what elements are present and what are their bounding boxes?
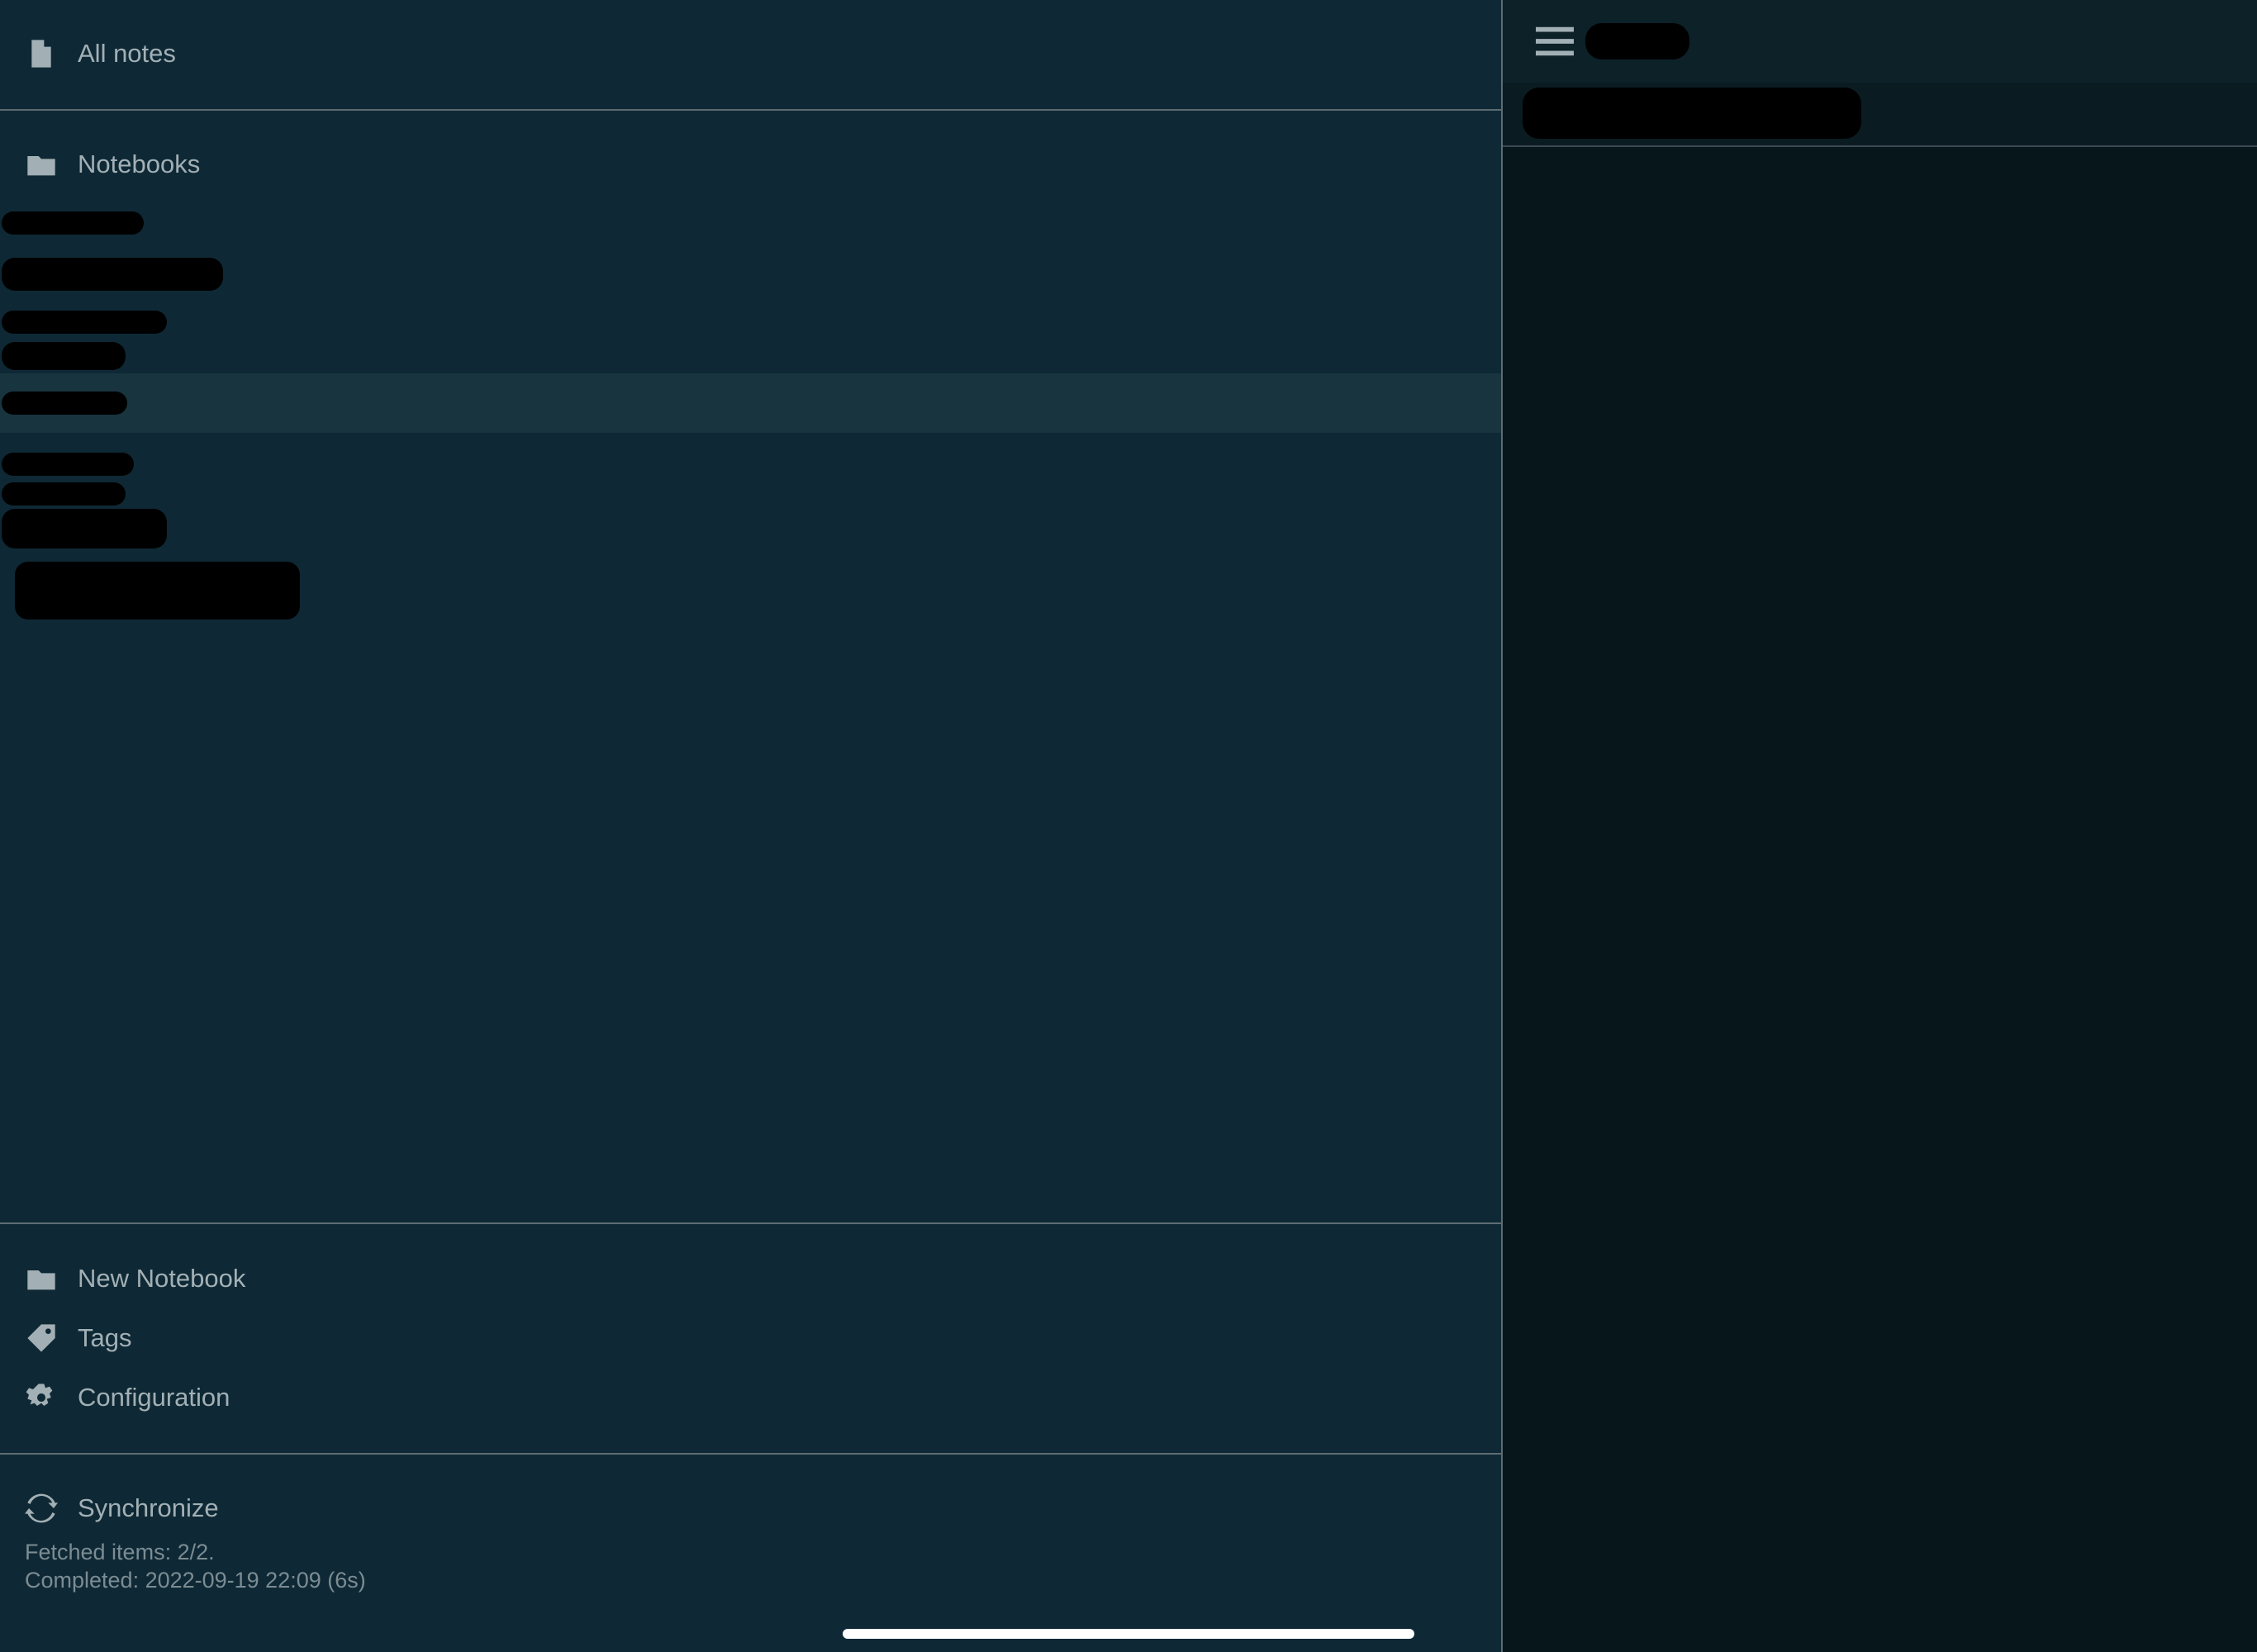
all-notes-label: All notes	[78, 39, 176, 68]
notebook-item[interactable]	[0, 339, 1501, 370]
divider-actions	[0, 1222, 1503, 1224]
folder-icon	[23, 146, 59, 183]
redacted-note-title	[1523, 88, 1861, 139]
hamburger-icon	[1536, 26, 1574, 56]
tag-icon	[23, 1320, 59, 1356]
synchronize-label: Synchronize	[78, 1493, 219, 1522]
divider-top	[0, 109, 1503, 111]
tags-button[interactable]: Tags	[0, 1309, 131, 1367]
menu-button[interactable]	[1536, 25, 1574, 58]
new-notebook-button[interactable]: New Notebook	[0, 1250, 245, 1308]
redacted-label	[2, 342, 126, 370]
divider-sync	[0, 1453, 1503, 1455]
tags-label: Tags	[78, 1323, 132, 1352]
file-icon	[23, 36, 59, 72]
main-panel	[1503, 0, 2257, 1652]
notebook-item[interactable]	[0, 254, 1501, 291]
folder-icon	[23, 1260, 59, 1297]
redacted-label	[2, 258, 223, 291]
main-header	[1503, 0, 2257, 83]
sync-icon	[23, 1490, 59, 1526]
notebook-item[interactable]	[0, 479, 1501, 509]
note-title-bar[interactable]	[1503, 83, 2257, 147]
synchronize-button[interactable]: Synchronize	[0, 1479, 219, 1537]
notebooks-header[interactable]: Notebooks	[0, 135, 200, 193]
notebook-item[interactable]	[0, 208, 1501, 238]
home-indicator	[843, 1629, 1414, 1639]
configuration-label: Configuration	[78, 1383, 230, 1412]
redacted-label	[15, 562, 300, 620]
redacted-label	[2, 509, 167, 548]
redacted-label	[2, 311, 167, 334]
redacted-header-title	[1585, 23, 1689, 59]
sync-fetched-status: Fetched items: 2/2.	[25, 1540, 215, 1564]
notebook-item[interactable]	[0, 558, 1501, 620]
notebook-item[interactable]	[0, 506, 1501, 548]
gear-icon	[23, 1379, 59, 1416]
all-notes-item[interactable]: All notes	[0, 25, 176, 83]
notebook-item[interactable]	[0, 307, 1501, 337]
redacted-label	[2, 453, 134, 476]
redacted-label	[2, 211, 144, 235]
configuration-button[interactable]: Configuration	[0, 1369, 230, 1427]
sidebar: All notes Notebooks New Notebook Tags Co…	[0, 0, 1503, 1652]
new-notebook-label: New Notebook	[78, 1264, 246, 1293]
redacted-label	[2, 392, 127, 415]
redacted-label	[2, 482, 126, 506]
notebook-item[interactable]	[0, 449, 1501, 479]
app-root: All notes Notebooks New Notebook Tags Co…	[0, 0, 2257, 1652]
notebook-item-selected[interactable]	[0, 373, 1501, 433]
notebooks-label: Notebooks	[78, 150, 201, 178]
sync-completed-status: Completed: 2022-09-19 22:09 (6s)	[25, 1568, 366, 1593]
